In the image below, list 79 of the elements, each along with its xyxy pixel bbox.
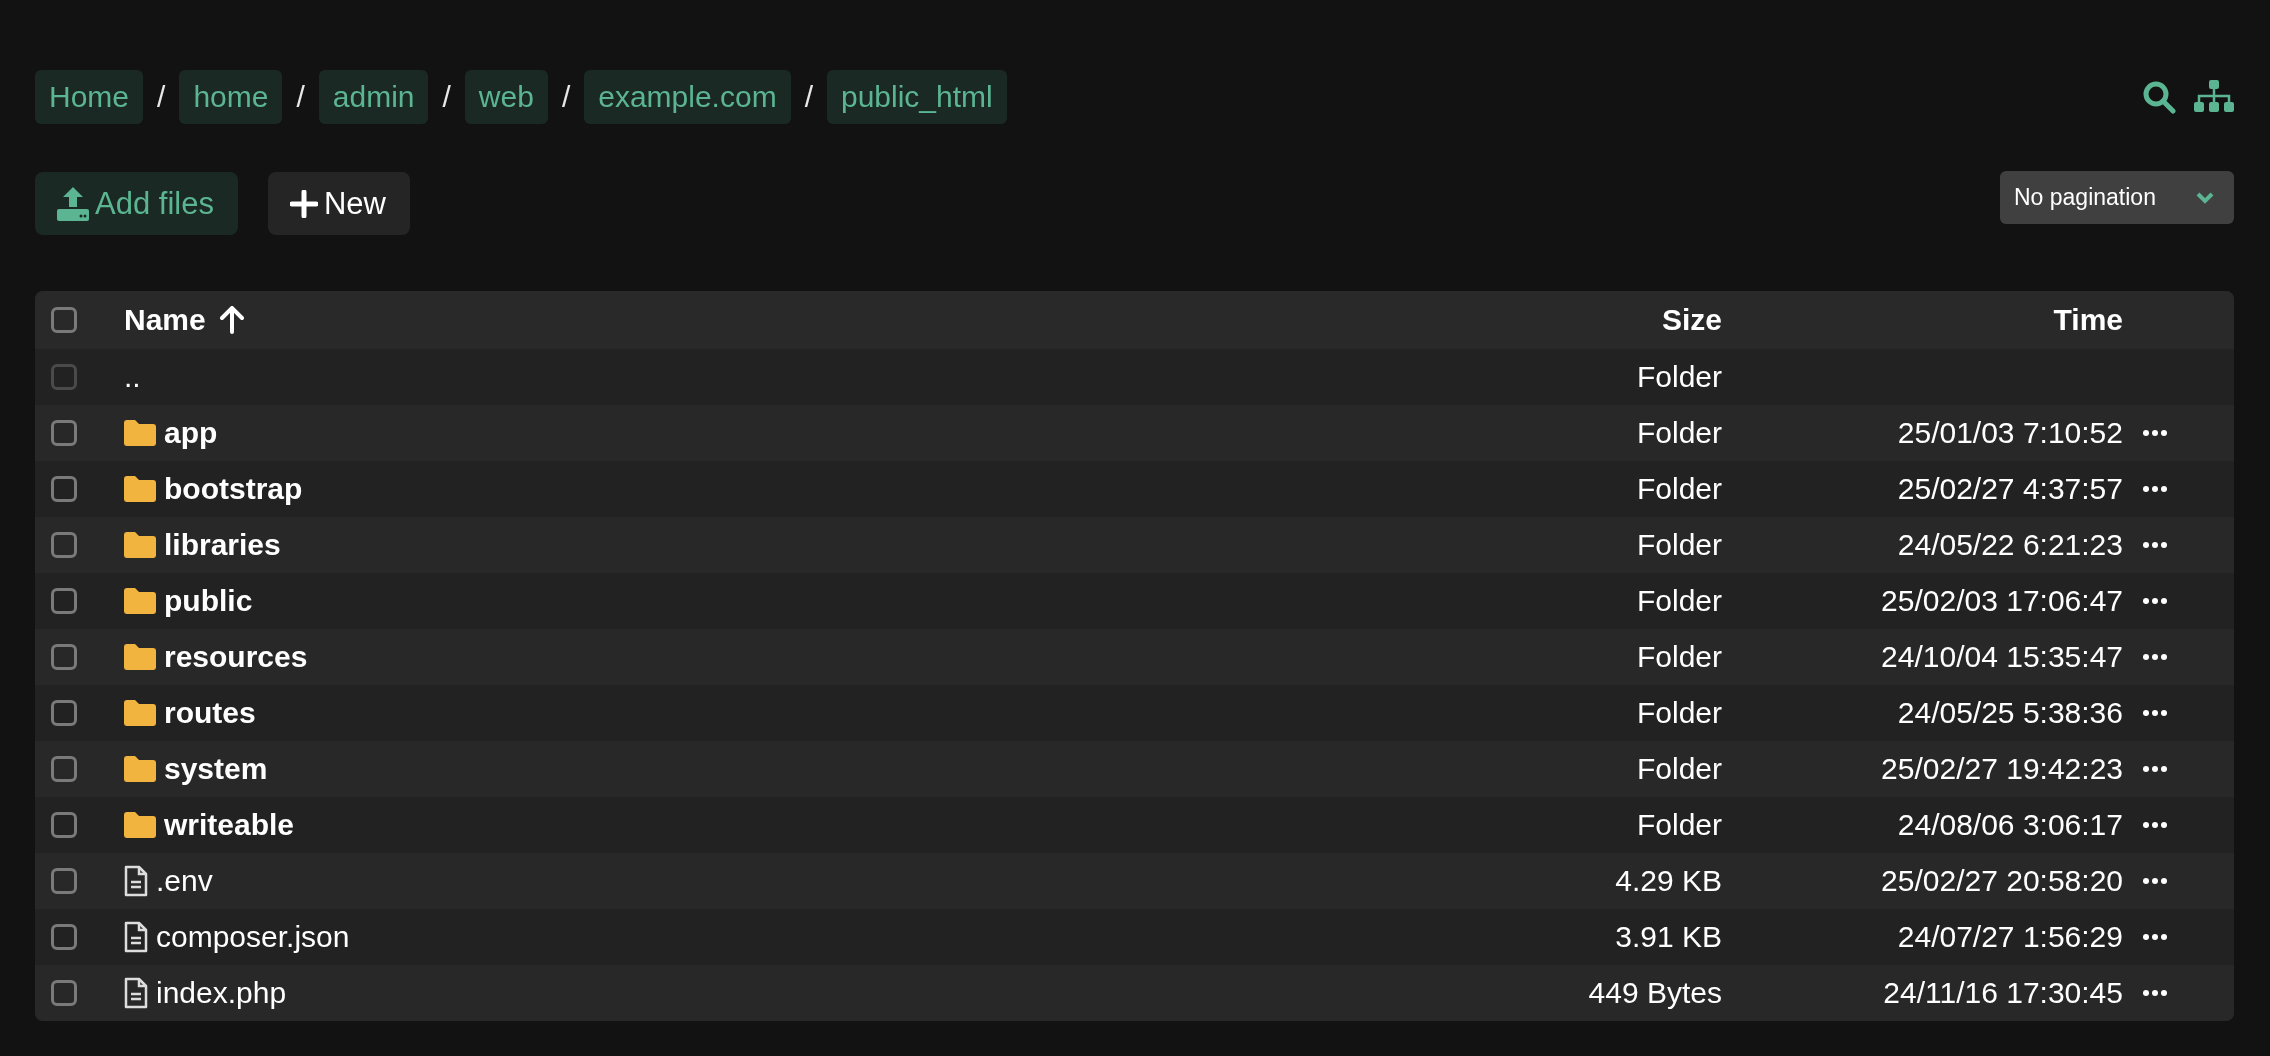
breadcrumb-separator: /	[442, 80, 451, 114]
breadcrumb-link[interactable]: web	[464, 70, 548, 124]
row-checkbox[interactable]	[51, 588, 77, 614]
folder-icon	[124, 532, 156, 558]
row-checkbox[interactable]	[51, 756, 77, 782]
file-name[interactable]: public	[164, 584, 253, 618]
folder-icon	[124, 420, 156, 446]
file-size: Folder	[1636, 808, 1722, 842]
modified-time: 24/07/27 1:56:29	[1897, 920, 2123, 954]
folder-icon	[124, 476, 156, 502]
row-checkbox[interactable]	[51, 980, 77, 1006]
column-header[interactable]: Size	[1661, 303, 1722, 337]
file-name[interactable]: libraries	[164, 528, 281, 562]
folder-icon	[124, 756, 156, 782]
folder-icon	[124, 644, 156, 670]
breadcrumb-separator: /	[157, 80, 166, 114]
modified-time: 24/05/22 6:21:23	[1897, 528, 2123, 562]
file-size: Folder	[1636, 752, 1722, 786]
pagination-select[interactable]: No pagination	[2000, 171, 2234, 224]
file-name[interactable]: writeable	[164, 808, 295, 842]
file-name[interactable]: composer.json	[156, 920, 350, 954]
row-checkbox[interactable]	[51, 420, 77, 446]
modified-time: 25/02/03 17:06:47	[1881, 584, 2123, 618]
modified-time: 24/10/04 15:35:47	[1881, 640, 2123, 674]
breadcrumb-separator: /	[561, 80, 571, 114]
file-icon	[124, 865, 148, 897]
breadcrumb-link[interactable]: admin	[318, 70, 429, 124]
file-size: Folder	[1636, 360, 1722, 394]
file-size: 3.91 KB	[1615, 920, 1722, 954]
folder-icon	[124, 812, 156, 838]
file-name[interactable]: bootstrap	[164, 472, 303, 506]
modified-time: 24/08/06 3:06:17	[1897, 808, 2123, 842]
file-name[interactable]: resources	[164, 640, 308, 674]
sitemap-icon[interactable]	[2194, 80, 2234, 114]
search-icon[interactable]	[2142, 80, 2176, 114]
file-size: Folder	[1636, 696, 1722, 730]
row-checkbox[interactable]	[51, 868, 77, 894]
file-size: 449 Bytes	[1588, 976, 1722, 1010]
file-icon	[124, 977, 148, 1009]
row-checkbox[interactable]	[51, 924, 77, 950]
name-column-header[interactable]: Name	[124, 303, 1422, 337]
breadcrumb-link[interactable]: public_html	[826, 70, 1007, 124]
select-all-checkbox[interactable]	[51, 307, 77, 333]
add-files-button[interactable]: Add files	[35, 172, 238, 235]
new-button[interactable]: New	[267, 172, 410, 235]
row-checkbox[interactable]	[51, 476, 77, 502]
file-name[interactable]: system	[164, 752, 268, 786]
modified-time: 25/02/27 20:58:20	[1881, 864, 2123, 898]
modified-time: 25/01/03 7:10:52	[1897, 416, 2123, 450]
file-name[interactable]: app	[164, 416, 218, 450]
file-size: 4.29 KB	[1615, 864, 1722, 898]
modified-time: 24/11/16 17:30:45	[1883, 976, 2123, 1010]
breadcrumb-separator: /	[296, 80, 305, 114]
file-name[interactable]: routes	[164, 696, 256, 730]
breadcrumb-link[interactable]: home	[179, 70, 283, 124]
row-checkbox[interactable]	[51, 532, 77, 558]
modified-time: 25/02/27 19:42:23	[1881, 752, 2123, 786]
file-size: Folder	[1636, 640, 1722, 674]
file-name[interactable]: .env	[156, 864, 213, 898]
file-size: Folder	[1636, 584, 1722, 618]
file-size: Folder	[1636, 472, 1722, 506]
column-header[interactable]: Time	[2053, 303, 2123, 337]
modified-time: 25/02/27 4:37:57	[1897, 472, 2123, 506]
file-size: Folder	[1636, 416, 1722, 450]
file-name[interactable]: index.php	[156, 976, 287, 1010]
row-checkbox[interactable]	[51, 812, 77, 838]
breadcrumb-separator: /	[804, 80, 813, 114]
breadcrumb-link[interactable]: Home	[35, 70, 144, 124]
file-size: Folder	[1636, 528, 1722, 562]
upload-icon	[57, 186, 89, 221]
modified-time: 24/05/25 5:38:36	[1897, 696, 2123, 730]
row-checkbox[interactable]	[51, 644, 77, 670]
breadcrumb-link[interactable]: example.com	[584, 70, 791, 124]
row-checkbox[interactable]	[51, 700, 77, 726]
plus-icon	[289, 189, 318, 218]
folder-icon	[124, 588, 156, 614]
chevron-down-icon	[2196, 191, 2214, 204]
file-icon	[124, 921, 148, 953]
folder-icon	[124, 700, 156, 726]
